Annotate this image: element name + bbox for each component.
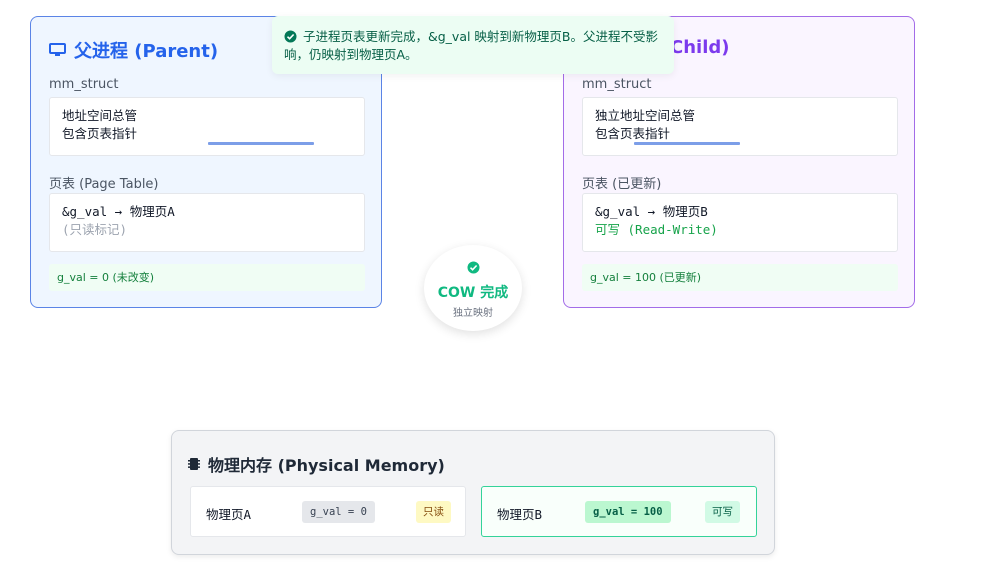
physical-page-a: 物理页A g_val = 0 只读 xyxy=(190,486,466,537)
child-title-text: Child) xyxy=(670,37,730,58)
parent-mm-label: mm_struct xyxy=(49,77,119,92)
page-b-name: 物理页B xyxy=(497,507,543,522)
page-a-name: 物理页A xyxy=(206,507,252,522)
page-a-value: g_val = 0 xyxy=(302,501,375,523)
page-a-permission-badge: 只读 xyxy=(416,501,451,523)
child-pt-label: 页表 (已更新) xyxy=(582,177,662,192)
physical-page-b: 物理页B g_val = 100 可写 xyxy=(481,486,757,537)
child-mm-label: mm_struct xyxy=(582,77,652,92)
parent-pt-line1: &g_val → 物理页A xyxy=(62,204,175,219)
child-pt-line2: 可写 (Read-Write) xyxy=(595,222,718,237)
cow-diagram: 父进程 (Parent) mm_struct 地址空间总管 包含页表指针 页表 … xyxy=(0,0,981,575)
child-title: Child) xyxy=(670,37,729,58)
parent-title: 父进程 (Parent) xyxy=(49,37,218,63)
monitor-icon xyxy=(49,43,66,56)
cow-title: COW 完成 xyxy=(437,285,509,301)
check-circle-icon xyxy=(467,261,479,274)
child-mm-line2: 包含页表指针 xyxy=(595,126,671,141)
cow-subtitle: 独立映射 xyxy=(453,308,493,319)
success-toast: 子进程页表更新完成，&g_val 映射到新物理页B。父进程不受影响，仍映射到物理… xyxy=(272,16,674,74)
parent-mm-line1: 地址空间总管 xyxy=(62,108,138,123)
parent-value-note: g_val = 0 (未改变) xyxy=(49,264,365,291)
parent-title-text: 父进程 (Parent) xyxy=(74,41,219,62)
child-pointer-bar xyxy=(634,142,740,145)
child-pt-line1: &g_val → 物理页B xyxy=(595,204,708,219)
parent-pointer-bar xyxy=(208,142,314,145)
cow-status-badge: COW 完成 独立映射 xyxy=(424,245,522,331)
parent-pt-label: 页表 (Page Table) xyxy=(49,177,159,192)
toast-message: 子进程页表更新完成，&g_val 映射到新物理页B。父进程不受影响，仍映射到物理… xyxy=(284,29,659,62)
child-value-note: g_val = 100 (已更新) xyxy=(582,264,898,291)
parent-mm-box: 地址空间总管 包含页表指针 xyxy=(49,97,365,156)
child-pt-box: &g_val → 物理页B 可写 (Read-Write) xyxy=(582,193,898,252)
memory-title: 物理内存 (Physical Memory) xyxy=(188,452,445,476)
chip-icon xyxy=(188,458,200,470)
child-mm-line1: 独立地址空间总管 xyxy=(595,108,696,123)
physical-memory-panel: 物理内存 (Physical Memory) 物理页A g_val = 0 只读… xyxy=(171,430,775,555)
check-circle-icon xyxy=(284,30,297,43)
parent-mm-line2: 包含页表指针 xyxy=(62,126,138,141)
page-b-value: g_val = 100 xyxy=(585,501,671,523)
child-mm-box: 独立地址空间总管 包含页表指针 xyxy=(582,97,898,156)
parent-pt-box: &g_val → 物理页A (只读标记) xyxy=(49,193,365,252)
parent-pt-line2: (只读标记) xyxy=(62,222,128,237)
page-b-permission-badge: 可写 xyxy=(705,501,740,523)
memory-title-text: 物理内存 (Physical Memory) xyxy=(208,456,445,475)
